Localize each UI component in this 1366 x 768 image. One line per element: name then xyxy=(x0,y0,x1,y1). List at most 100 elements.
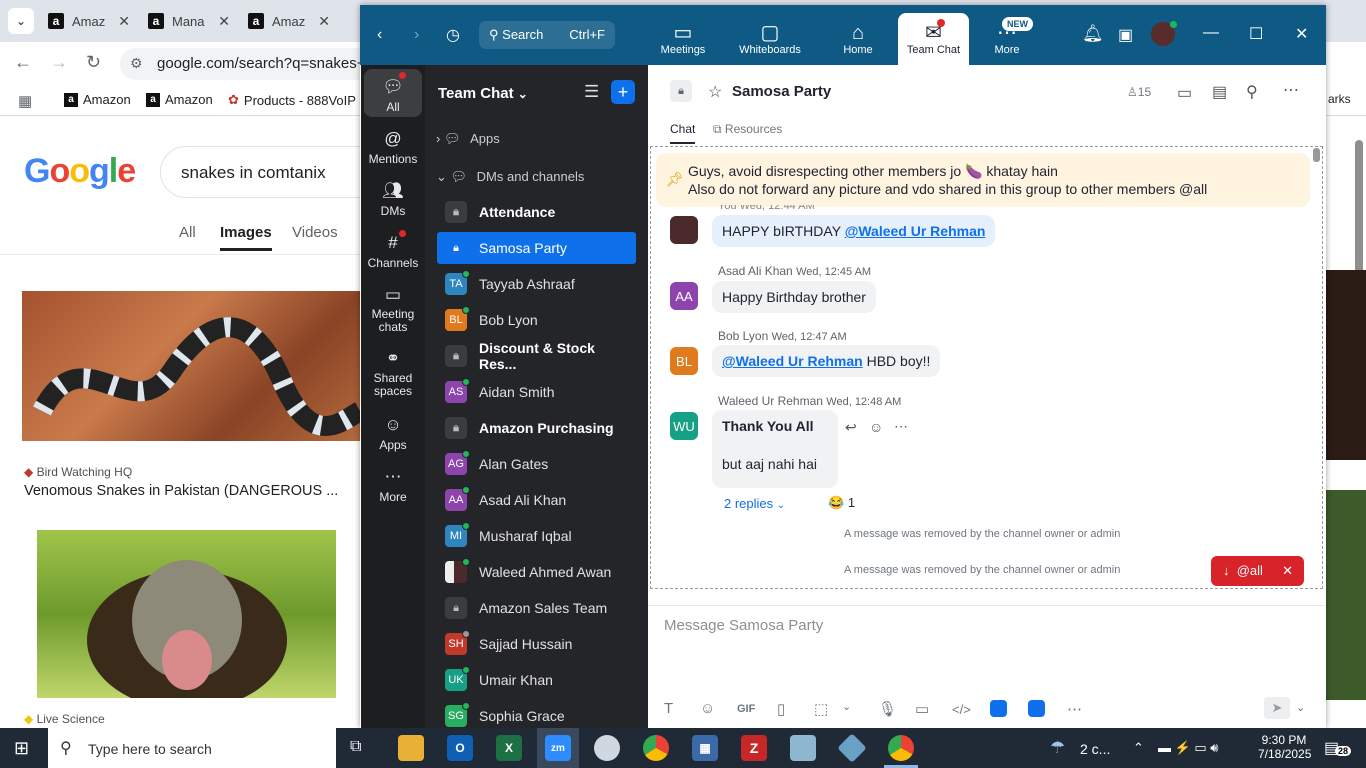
address-bar[interactable]: google.com/search?q=snakes+in xyxy=(120,48,380,80)
star-icon[interactable]: ☆ xyxy=(708,82,722,102)
rail-all[interactable]: 💬︎ All xyxy=(363,76,423,114)
reply-icon[interactable]: ↩ xyxy=(845,419,857,436)
app-icon[interactable] xyxy=(594,735,620,761)
browser-tab[interactable]: a Amaz ✕ xyxy=(48,6,130,36)
tab-videos[interactable]: Videos xyxy=(292,224,338,241)
filter-icon[interactable]: ☰ xyxy=(584,82,599,102)
rail-shared-spaces[interactable]: ⚭ Shared spaces xyxy=(363,348,423,398)
chevron-down-icon[interactable]: ⌄ xyxy=(842,700,851,713)
mic-icon[interactable]: 🎙︎ xyxy=(878,700,897,718)
app-icon[interactable] xyxy=(790,735,816,761)
site-info-icon[interactable]: ⚙ xyxy=(130,55,143,72)
result-title[interactable]: Venomous Snakes in Pakistan (DANGEROUS .… xyxy=(24,483,338,499)
chat-scrollbar[interactable] xyxy=(1313,148,1320,162)
app-icon[interactable] xyxy=(990,700,1007,717)
emoji-react-icon[interactable]: ☺ xyxy=(869,419,883,435)
rail-more[interactable]: ⋯ More xyxy=(363,466,423,504)
tab-resources[interactable]: ⧉ Resources xyxy=(713,122,782,137)
avatar[interactable] xyxy=(670,216,698,244)
section-apps[interactable]: › 💬︎ Apps xyxy=(436,131,500,147)
maximize-icon[interactable]: ☐ xyxy=(1249,24,1263,44)
sidebar-item-aidan-smith[interactable]: AS Aidan Smith xyxy=(437,376,636,408)
close-icon[interactable]: ✕ xyxy=(218,13,230,30)
zoom-search-box[interactable]: ⚲ Search Ctrl+F xyxy=(479,21,615,49)
app-icon[interactable] xyxy=(1028,700,1045,717)
file-icon[interactable]: ▯ xyxy=(777,700,785,718)
minimize-icon[interactable]: — xyxy=(1203,24,1219,42)
browser-tab[interactable]: a Mana ✕ xyxy=(148,6,230,36)
sidebar-item-discount-stock[interactable]: 🔒︎ Discount & Stock Res... xyxy=(437,340,636,372)
nav-whiteboards[interactable]: ▢ Whiteboards xyxy=(734,22,806,56)
channel-name[interactable]: Samosa Party xyxy=(732,83,831,100)
close-icon[interactable]: ✕ xyxy=(1282,563,1293,579)
tab-images[interactable]: Images xyxy=(220,224,272,251)
task-view-icon[interactable]: ⧉ xyxy=(350,738,361,756)
more-icon[interactable]: ⋯ xyxy=(1067,700,1082,718)
sidebar-item-tayyab-ashraaf[interactable]: TA Tayyab Ashraaf xyxy=(437,268,636,300)
weather-text[interactable]: 2 c... xyxy=(1080,741,1110,757)
windows-start-icon[interactable]: ⊞ xyxy=(14,738,29,759)
sidebar-item-amazon-sales-team[interactable]: 🔒︎ Amazon Sales Team xyxy=(437,592,636,624)
reload-icon[interactable]: ↻ xyxy=(86,52,101,73)
tray-icons[interactable]: ▬ ⚡ ▭ 🔊︎ xyxy=(1158,740,1219,756)
sidebar-item-amazon-purchasing[interactable]: 🔒︎ Amazon Purchasing xyxy=(437,412,636,444)
bookmark-item[interactable]: a Amazon xyxy=(64,92,131,107)
browser-tab[interactable]: a Amaz ✕ xyxy=(248,6,330,36)
sidebar-item-sajjad-hussain[interactable]: SH Sajjad Hussain xyxy=(437,628,636,660)
message-bubble[interactable]: Happy Birthday brother xyxy=(712,281,876,313)
gif-icon[interactable]: GIF xyxy=(737,703,755,715)
calendar-icon[interactable]: ▣ xyxy=(1118,25,1133,45)
rail-apps[interactable]: ☺ Apps xyxy=(363,414,423,452)
sidebar-item-umair-khan[interactable]: UK Umair Khan xyxy=(437,664,636,696)
nav-home[interactable]: ⌂ Home xyxy=(832,22,884,56)
message-input[interactable]: Message Samosa Party xyxy=(664,617,823,634)
sidebar-item-bob-lyon[interactable]: BL Bob Lyon xyxy=(437,304,636,336)
send-icon[interactable]: ➤ xyxy=(1264,697,1290,719)
message-bubble[interactable]: Thank You All but aaj nahi hai xyxy=(712,410,838,488)
result-image-snake[interactable] xyxy=(22,291,360,441)
tab-search-button[interactable]: ⌄ xyxy=(8,8,34,34)
avatar[interactable]: WU xyxy=(670,412,698,440)
text-format-icon[interactable]: T xyxy=(664,700,673,717)
chevron-down-icon[interactable]: ⌄ xyxy=(1296,701,1305,714)
rail-meeting-chats[interactable]: ▭ Meeting chats xyxy=(363,284,423,334)
video-message-icon[interactable]: ▭ xyxy=(915,700,929,718)
replies-link[interactable]: 2 replies ⌄ xyxy=(724,496,785,511)
sidebar-item-samosa-party[interactable]: 🔒︎ Samosa Party xyxy=(437,232,636,264)
section-dms-channels[interactable]: ⌄ 💬︎ DMs and channels xyxy=(436,169,584,185)
google-logo[interactable]: Google xyxy=(24,152,136,191)
tab-chat[interactable]: Chat xyxy=(670,122,696,144)
bell-icon[interactable]: 🔔︎ xyxy=(1082,24,1104,44)
calculator-icon[interactable]: ▦ xyxy=(692,735,718,761)
chevron-up-icon[interactable]: ⌃ xyxy=(1133,740,1144,756)
emoji-icon[interactable]: ☺ xyxy=(700,700,715,717)
member-count[interactable]: ♙15 xyxy=(1127,85,1151,99)
screenshot-icon[interactable]: ⬚ xyxy=(814,700,828,718)
sidebar-item-waleed-ahmed-awan[interactable]: Waleed Ahmed Awan xyxy=(437,556,636,588)
more-options-icon[interactable]: ⋯ xyxy=(1283,80,1299,100)
excel-icon[interactable]: X xyxy=(496,735,522,761)
close-icon[interactable]: ✕ xyxy=(318,13,330,30)
reaction[interactable]: 😂 1 xyxy=(828,495,855,511)
sidebar-item-alan-gates[interactable]: AG Alan Gates xyxy=(437,448,636,480)
code-icon[interactable]: </> xyxy=(952,702,971,717)
nav-team-chat[interactable]: ✉ Team Chat xyxy=(898,22,969,56)
weather-icon[interactable]: ☂ xyxy=(1050,738,1065,758)
sidebar-item-musharaf-iqbal[interactable]: MI Musharaf Iqbal xyxy=(437,520,636,552)
tab-all[interactable]: All xyxy=(179,224,196,241)
forward-icon[interactable]: → xyxy=(50,52,68,73)
more-icon[interactable]: ⋯ xyxy=(894,418,908,435)
sidebar-item-attendance[interactable]: 🔒︎ Attendance xyxy=(437,196,636,228)
message-bubble[interactable]: HAPPY bIRTHDAY @Waleed Ur Rehman xyxy=(712,215,996,247)
sidebar-title[interactable]: Team Chat ⌄ xyxy=(438,85,528,102)
chrome-icon[interactable] xyxy=(643,735,669,761)
sidebar-item-asad-ali-khan[interactable]: AA Asad Ali Khan xyxy=(437,484,636,516)
new-chat-button[interactable]: + xyxy=(611,80,635,104)
bookmarks-overflow[interactable]: arks xyxy=(1328,92,1351,106)
nav-meetings[interactable]: ▭ Meetings xyxy=(652,22,714,56)
pinned-message[interactable] xyxy=(656,153,1310,207)
calendar-icon[interactable]: ▤ xyxy=(1212,82,1227,102)
bookmark-item[interactable]: a Amazon xyxy=(146,92,213,107)
message-bubble[interactable]: @Waleed Ur Rehman HBD boy!! xyxy=(712,345,941,377)
rail-channels[interactable]: # Channels xyxy=(363,232,423,270)
